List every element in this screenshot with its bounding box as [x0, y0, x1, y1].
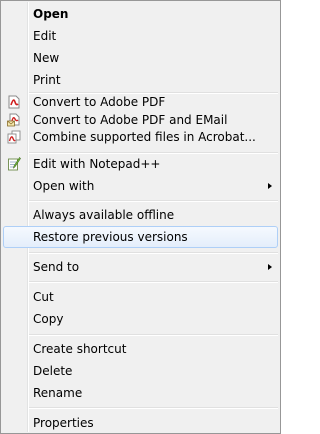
- menu-separator: [29, 200, 278, 202]
- chevron-right-icon: [268, 264, 272, 270]
- menu-item-label: Copy: [33, 312, 64, 326]
- menu-item-label: Send to: [33, 260, 80, 274]
- menu-item-label: Restore previous versions: [33, 230, 188, 244]
- menu-item-create-shortcut[interactable]: Create shortcut: [3, 338, 278, 360]
- menu-item-label: Delete: [33, 364, 73, 378]
- menu-item-label: Edit with Notepad++: [33, 157, 161, 171]
- menu-item-edit[interactable]: Edit: [3, 25, 278, 47]
- adobe-pdf-icon: [7, 95, 21, 109]
- menu-item-open[interactable]: Open: [3, 3, 278, 25]
- menu-separator: [29, 281, 278, 283]
- menu-item-edit-with-notepad-plus-plus[interactable]: Edit with Notepad++: [3, 153, 278, 175]
- menu-item-print[interactable]: Print: [3, 69, 278, 91]
- notepad-plus-plus-icon: [7, 157, 21, 171]
- menu-item-label: Edit: [33, 29, 57, 43]
- menu-item-open-with[interactable]: Open with: [3, 175, 278, 197]
- menu-item-label: Print: [33, 73, 61, 87]
- menu-item-label: Cut: [33, 290, 54, 304]
- menu-item-label: Combine supported files in Acrobat...: [33, 130, 256, 144]
- menu-item-label: Rename: [33, 386, 83, 400]
- menu-item-label: Always available offline: [33, 208, 175, 222]
- menu-separator: [29, 252, 278, 254]
- menu-item-properties[interactable]: Properties: [3, 412, 278, 434]
- chevron-right-icon: [268, 183, 272, 189]
- menu-item-delete[interactable]: Delete: [3, 360, 278, 382]
- menu-item-copy[interactable]: Copy: [3, 308, 278, 330]
- adobe-pdf-email-icon: [7, 113, 21, 127]
- menu-item-cut[interactable]: Cut: [3, 286, 278, 308]
- menu-separator: [29, 407, 278, 409]
- menu-item-combine-supported-files[interactable]: Combine supported files in Acrobat...: [3, 126, 278, 148]
- menu-item-label: New: [33, 51, 60, 65]
- menu-item-label: Open: [33, 7, 69, 21]
- menu-item-restore-previous-versions[interactable]: Restore previous versions: [3, 226, 278, 248]
- context-menu: Open Edit New Print Convert to Adobe PDF…: [0, 0, 281, 434]
- menu-item-label: Open with: [33, 179, 95, 193]
- menu-item-always-available-offline[interactable]: Always available offline: [3, 204, 278, 226]
- menu-item-new[interactable]: New: [3, 47, 278, 69]
- acrobat-combine-icon: [7, 130, 21, 144]
- menu-item-rename[interactable]: Rename: [3, 382, 278, 404]
- menu-item-send-to[interactable]: Send to: [3, 256, 278, 278]
- menu-separator: [29, 334, 278, 336]
- menu-item-label: Create shortcut: [33, 342, 127, 356]
- menu-item-label: Properties: [33, 416, 94, 430]
